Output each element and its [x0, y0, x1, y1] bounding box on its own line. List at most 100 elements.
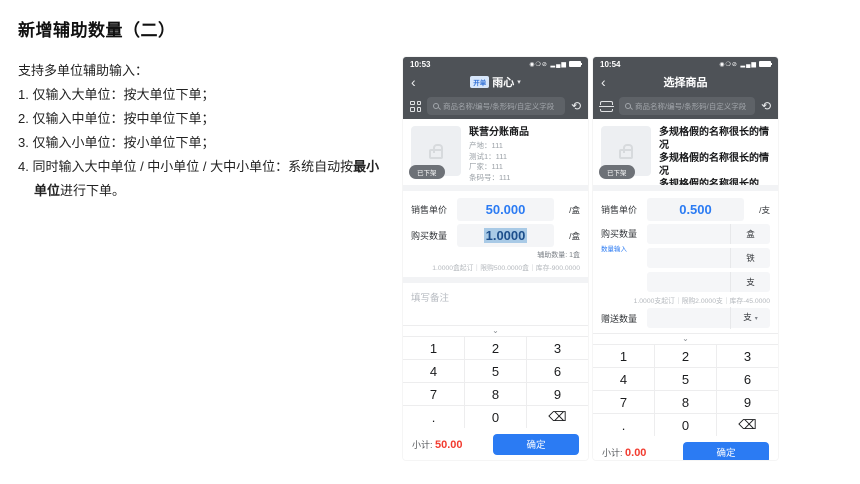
barcode-scan-icon[interactable]: [599, 100, 614, 112]
key-4[interactable]: 4: [593, 368, 654, 390]
key-7[interactable]: 7: [593, 391, 654, 413]
search-placeholder: 商品名称/编号/条形码/自定义字段: [443, 101, 555, 111]
key-8[interactable]: 8: [655, 391, 716, 413]
order-mode-tag: 开单: [470, 76, 490, 88]
subtotal-amount: 0.00: [625, 446, 647, 459]
key-1[interactable]: 1: [593, 345, 654, 367]
key-6[interactable]: 6: [717, 368, 778, 390]
key-dot[interactable]: .: [593, 414, 654, 436]
key-3[interactable]: 3: [527, 337, 588, 359]
buy-qty-input[interactable]: 1.0000: [457, 224, 554, 247]
unit-price-label: 销售单价: [411, 205, 448, 215]
search-input[interactable]: 商品名称/编号/条形码/自定义字段: [619, 97, 755, 115]
product-field: 厂家：111: [469, 162, 503, 171]
intro-line: 支持多单位辅助输入：: [18, 63, 149, 78]
product-name-line: 多规格假的名称很长的情况: [659, 127, 769, 151]
key-6[interactable]: 6: [527, 360, 588, 382]
numeric-keypad: ⌄ 1 2 3 4 5 6 7 8 9 . 0 ⌫: [403, 325, 588, 428]
caret-down-icon: ▾: [517, 79, 521, 86]
status-bar: 10:53 ◉❍⊘ ▂▄▆: [403, 57, 588, 71]
phone-screenshot-select-product: 10:54 ◉❍⊘ ▂▄▆ ‹ 选择商品 商品名称/编号/条形码/自定义字段 ⟲…: [593, 57, 778, 460]
multi-unit-qty-block: 购买数量 数量输入 盒 铁 支: [601, 224, 770, 292]
slide-text-block: 新增辅助数量（二） 支持多单位辅助输入： 1. 仅输入大单位：按大单位下单； 2…: [18, 16, 388, 203]
bullet-4: 4. 同时输入大中单位 / 中小单位 / 大中小单位：系统自动按最小单位进行下单…: [18, 159, 380, 198]
history-icon[interactable]: ⟲: [761, 100, 771, 112]
product-field: 测试1：111: [469, 151, 508, 161]
price-qty-section: 销售单价 50.000 /盒 购买数量 1.0000 /盒 辅助数量: 1盒 1…: [403, 191, 588, 277]
search-row: 商品名称/编号/条形码/自定义字段 ⟲: [593, 93, 778, 119]
key-9[interactable]: 9: [527, 383, 588, 405]
note-input[interactable]: 填写备注: [403, 283, 588, 311]
qty-input-small-unit[interactable]: 支: [647, 272, 770, 292]
key-3[interactable]: 3: [717, 345, 778, 367]
bullet-2: 2. 仅输入中单位：按中单位下单；: [18, 111, 215, 126]
key-1[interactable]: 1: [403, 337, 464, 359]
key-5[interactable]: 5: [655, 368, 716, 390]
gift-qty-input[interactable]: 支 ▾: [647, 307, 770, 329]
unit-price-label: 销售单价: [601, 205, 638, 215]
search-row: 商品名称/编号/条形码/自定义字段 ⟲: [403, 93, 588, 119]
keypad-collapse-icon[interactable]: ⌄: [403, 326, 588, 336]
product-card: 已下架 联营分账商品 产地：111 测试1：111 厂家：111 条码号：111: [403, 119, 588, 185]
key-8[interactable]: 8: [465, 383, 526, 405]
unit-label: 盒: [730, 224, 770, 244]
footer-bar: 小计: 0.00 确定: [593, 436, 778, 460]
keypad-collapse-icon[interactable]: ⌄: [593, 334, 778, 344]
unit-price-input[interactable]: 0.500: [647, 198, 744, 221]
subtotal-amount: 50.00: [435, 438, 463, 451]
lock-icon: [619, 143, 633, 159]
key-backspace-icon[interactable]: ⌫: [717, 414, 778, 436]
unit-price-unit: /盒: [569, 204, 580, 215]
unit-price-unit: /支: [759, 204, 770, 215]
lock-icon: [429, 143, 443, 159]
confirm-button[interactable]: 确定: [493, 433, 579, 455]
key-0[interactable]: 0: [465, 406, 526, 428]
back-icon[interactable]: ‹: [601, 75, 606, 89]
product-field: 产地：111: [469, 141, 503, 150]
aux-qty-text: 辅助数量: 1盒: [537, 252, 580, 259]
battery-icon: [569, 61, 582, 67]
buy-qty-label: 购买数量: [601, 229, 638, 239]
status-icons: ◉❍⊘ ▂▄▆: [529, 61, 567, 68]
product-name: 联营分账商品: [469, 127, 529, 138]
product-field: 条码号：111: [469, 172, 511, 182]
key-2[interactable]: 2: [465, 337, 526, 359]
buy-qty-unit: /盒: [569, 230, 580, 241]
unit-label: 铁: [730, 248, 770, 268]
history-icon[interactable]: ⟲: [571, 100, 581, 112]
key-2[interactable]: 2: [655, 345, 716, 367]
key-9[interactable]: 9: [717, 391, 778, 413]
qty-input-middle-unit[interactable]: 铁: [647, 248, 770, 268]
qty-input-large-unit[interactable]: 盒: [647, 224, 770, 244]
subtotal: 小计: 0.00: [602, 446, 647, 459]
search-icon: [625, 103, 631, 109]
key-backspace-icon[interactable]: ⌫: [527, 406, 588, 428]
key-0[interactable]: 0: [655, 414, 716, 436]
store-selector[interactable]: 雨心: [492, 74, 514, 90]
off-shelf-badge: 已下架: [599, 165, 635, 179]
status-bar: 10:54 ◉❍⊘ ▂▄▆: [593, 57, 778, 71]
stock-hint: 1.0000盒起订｜限购500.0000盒｜库存-900.0000: [432, 265, 580, 272]
key-5[interactable]: 5: [465, 360, 526, 382]
subtotal: 小计: 50.00: [412, 438, 463, 451]
qty-input-mode-link[interactable]: 数量输入: [601, 243, 647, 253]
bullet-3: 3. 仅输入小单位：按小单位下单；: [18, 135, 215, 150]
category-grid-icon[interactable]: [410, 100, 421, 112]
nav-bar: ‹ 选择商品: [593, 71, 778, 93]
key-4[interactable]: 4: [403, 360, 464, 382]
key-7[interactable]: 7: [403, 383, 464, 405]
confirm-button[interactable]: 确定: [683, 441, 769, 460]
gift-unit-select[interactable]: 支 ▾: [730, 307, 770, 329]
status-icons: ◉❍⊘ ▂▄▆: [719, 61, 757, 68]
numeric-keypad: ⌄ 1 2 3 4 5 6 7 8 9 . 0 ⌫: [593, 333, 778, 436]
stock-hint: 1.0000支起订｜限购2.0000支｜库存-45.0000: [633, 298, 770, 305]
page-title: 新增辅助数量（二）: [18, 21, 176, 40]
gift-qty-label: 赠送数量: [601, 313, 638, 324]
back-icon[interactable]: ‹: [411, 75, 416, 89]
key-dot[interactable]: .: [403, 406, 464, 428]
nav-bar: ‹ 开单 雨心 ▾: [403, 71, 588, 93]
buy-qty-label: 购买数量: [411, 231, 448, 241]
selected-qty-value: 1.0000: [483, 228, 528, 243]
unit-price-input[interactable]: 50.000: [457, 198, 554, 221]
search-input[interactable]: 商品名称/编号/条形码/自定义字段: [427, 97, 565, 115]
